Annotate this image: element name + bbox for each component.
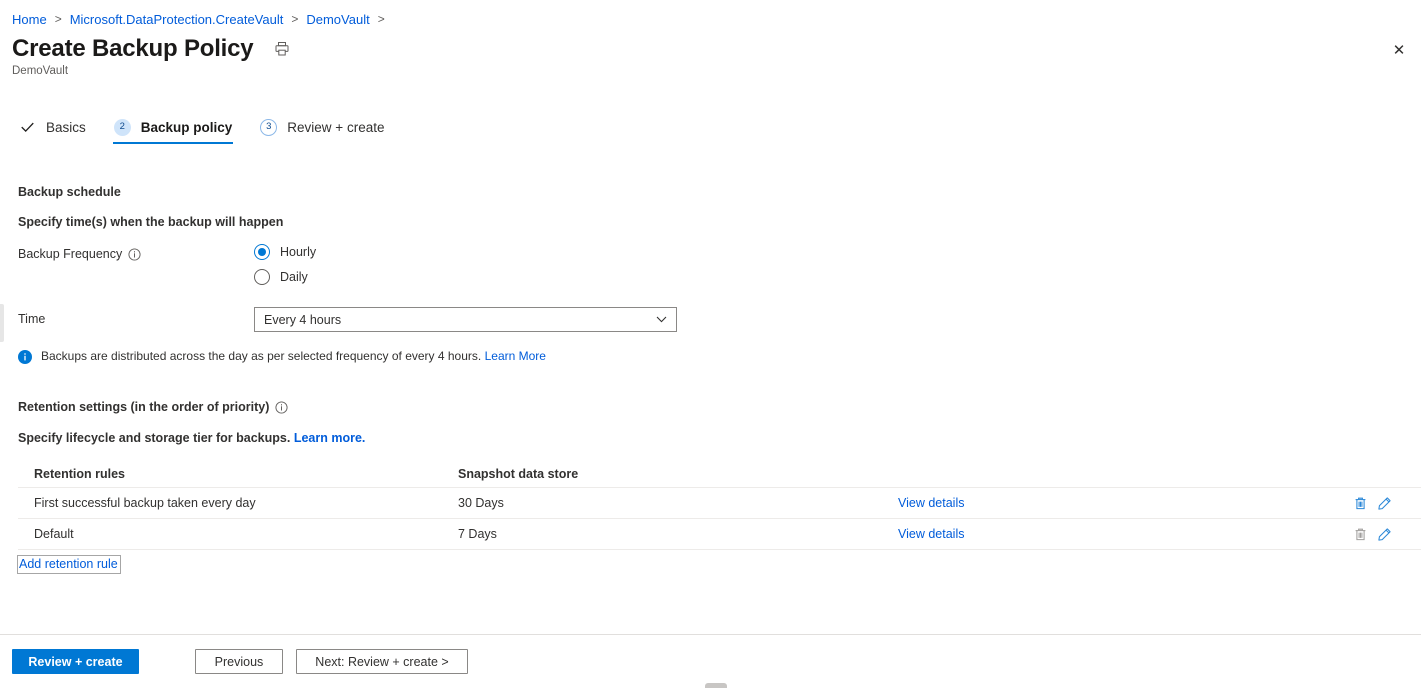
review-create-button[interactable]: Review + create [12,649,139,674]
radio-label-daily: Daily [280,269,308,284]
tab-backup-policy[interactable]: 2 Backup policy [112,112,234,144]
time-label: Time [18,312,46,326]
frequency-info-bar: Backups are distributed across the day a… [18,349,546,364]
cell-row-actions [1318,495,1421,511]
add-retention-rule-link[interactable]: Add retention rule [17,555,121,574]
create-backup-policy-blade: Home > Microsoft.DataProtection.CreateVa… [0,0,1421,688]
info-icon[interactable] [275,400,288,414]
time-dropdown-value: Every 4 hours [264,312,342,327]
tab-label-backup-policy: Backup policy [140,119,233,135]
pencil-icon[interactable] [1376,526,1392,542]
wizard-tabs: Basics 2 Backup policy 3 Review + create [18,112,411,144]
breadcrumb-separator: > [377,12,385,26]
table-header-row: Retention rules Snapshot data store [18,460,1421,488]
tab-review-create[interactable]: 3 Review + create [259,112,385,142]
breadcrumb-item-home[interactable]: Home [12,12,47,27]
retention-settings-description: Specify lifecycle and storage tier for b… [18,431,365,445]
tab-label-basics: Basics [46,119,86,135]
page-subtitle: DemoVault [12,65,69,77]
frequency-info-text: Backups are distributed across the day a… [41,349,546,363]
tab-label-review-create: Review + create [287,119,385,135]
radio-label-hourly: Hourly [280,244,317,259]
radio-mark-daily [254,268,270,285]
backup-schedule-heading: Backup schedule [18,185,121,199]
bottom-scroll-nub[interactable] [705,683,727,688]
tab-step-number-3: 3 [260,118,278,136]
previous-button[interactable]: Previous [195,649,283,674]
cell-view-details: View details [898,496,1318,510]
title-row: Create Backup Policy [12,34,292,64]
tab-step-number-2: 2 [113,118,131,136]
view-details-link[interactable]: View details [898,496,964,510]
breadcrumb-separator: > [54,12,62,26]
backup-frequency-label-text: Backup Frequency [18,247,123,261]
cell-retention-rule: First successful backup taken every day [34,496,256,510]
backup-frequency-radio-group: Hourly Daily [254,239,316,289]
breadcrumb-item-demovault[interactable]: DemoVault [306,12,369,27]
retention-settings-heading-text: Retention settings (in the order of prio… [18,400,270,414]
time-dropdown[interactable]: Every 4 hours [254,307,677,332]
table-row: First successful backup taken every day … [18,488,1421,519]
view-details-link[interactable]: View details [898,527,964,541]
cell-retention-rule: Default [34,527,74,541]
retention-learn-more-link[interactable]: Learn more. [294,431,366,445]
breadcrumb-item-createvault[interactable]: Microsoft.DataProtection.CreateVault [70,12,284,27]
page-title: Create Backup Policy [12,35,254,62]
info-icon[interactable] [128,247,141,261]
radio-daily[interactable]: Daily [254,264,316,289]
column-header-snapshot-data-store: Snapshot data store [458,466,579,481]
cell-snapshot-data-store: 7 Days [458,527,497,541]
cell-row-actions [1318,526,1421,542]
printer-icon[interactable] [272,39,292,59]
column-header-retention-rules: Retention rules [34,466,125,481]
trash-icon[interactable] [1352,495,1368,511]
chevron-down-icon [654,313,668,327]
radio-hourly[interactable]: Hourly [254,239,316,264]
wizard-footer: Review + create Previous Next: Review + … [0,634,1421,688]
trash-icon [1352,526,1368,542]
cell-snapshot-data-store: 30 Days [458,496,504,510]
backup-frequency-label: Backup Frequency [18,247,141,261]
retention-settings-heading: Retention settings (in the order of prio… [18,400,288,414]
retention-description-text: Specify lifecycle and storage tier for b… [18,431,291,445]
info-filled-icon [18,350,32,364]
radio-mark-hourly [254,243,270,260]
backup-schedule-description: Specify time(s) when the backup will hap… [18,215,284,229]
frequency-info-message: Backups are distributed across the day a… [41,349,482,363]
retention-rules-table: Retention rules Snapshot data store Firs… [18,460,1421,550]
close-icon[interactable]: ✕ [1387,38,1411,62]
pencil-icon[interactable] [1376,495,1392,511]
breadcrumb-separator: > [291,12,299,26]
breadcrumb: Home > Microsoft.DataProtection.CreateVa… [12,8,393,30]
tab-basics[interactable]: Basics [18,112,87,142]
cell-view-details: View details [898,527,1318,541]
blade-content: Backup schedule Specify time(s) when the… [0,160,1421,634]
next-review-create-button[interactable]: Next: Review + create > [296,649,468,674]
check-icon [19,119,36,136]
learn-more-link[interactable]: Learn More [485,349,546,363]
table-row: Default 7 Days View details [18,519,1421,550]
